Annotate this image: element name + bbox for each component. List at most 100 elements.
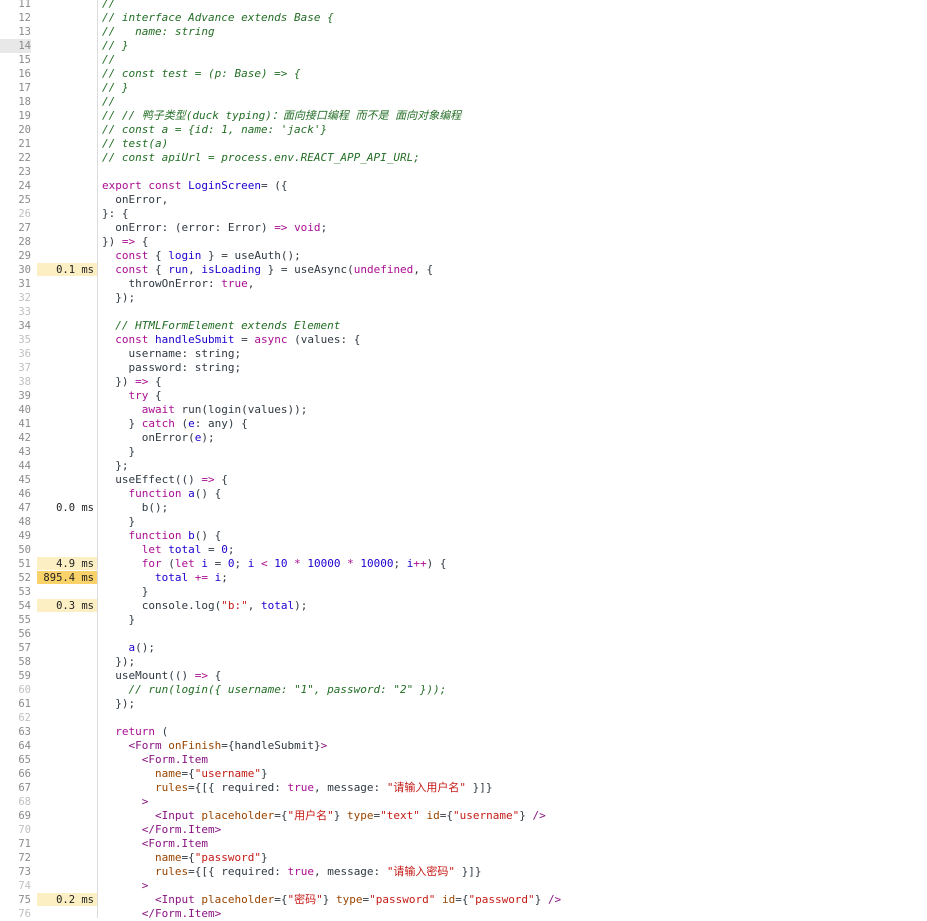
code-line[interactable]: 59 useMount(() => {: [0, 669, 927, 683]
code-line[interactable]: 17 // }: [0, 81, 927, 95]
code-line[interactable]: 55 }: [0, 613, 927, 627]
code-line[interactable]: 11 //: [0, 0, 927, 11]
code-line[interactable]: 39 try {: [0, 389, 927, 403]
code-line[interactable]: 36 username: string;: [0, 347, 927, 361]
code-line[interactable]: 48 }: [0, 515, 927, 529]
code-token: });: [102, 291, 136, 304]
code-line[interactable]: 31 throwOnError: true,: [0, 277, 927, 291]
code-token: =>: [194, 669, 208, 682]
code-token: <Form.Item: [141, 837, 208, 850]
code-line[interactable]: 50 let total = 0;: [0, 543, 927, 557]
line-number: 51: [18, 558, 31, 570]
code-line[interactable]: 60 // run(login({ username: "1", passwor…: [0, 683, 927, 697]
code-line[interactable]: 30 0.1 ms const { run, isLoading } = useA…: [0, 263, 927, 277]
code-line[interactable]: 23: [0, 165, 927, 179]
code-line[interactable]: 18 //: [0, 95, 927, 109]
code-line[interactable]: 21 // test(a): [0, 137, 927, 151]
code-token: const: [115, 333, 149, 346]
code-token: );: [201, 431, 215, 444]
code-line[interactable]: 20 // const a = {id: 1, name: 'jack'}: [0, 123, 927, 137]
code-line[interactable]: 35 const handleSubmit = async (values: {: [0, 333, 927, 347]
code-line[interactable]: 43 }: [0, 445, 927, 459]
code-line[interactable]: 47 0.0 ms b();: [0, 501, 927, 515]
code-line[interactable]: 68 >: [0, 795, 927, 809]
code-line[interactable]: 57 a();: [0, 641, 927, 655]
code-line[interactable]: 76 </Form.Item>: [0, 907, 927, 921]
code-token: async: [254, 333, 288, 346]
code-token: onError,: [102, 193, 169, 206]
code-line[interactable]: 28}) => {: [0, 235, 927, 249]
code-line[interactable]: 73 rules={[{ required: true, message: "请…: [0, 865, 927, 879]
line-number: 42: [18, 432, 31, 444]
code-token: ={: [181, 851, 195, 864]
code-line[interactable]: 56: [0, 627, 927, 641]
code-line[interactable]: 64 <Form onFinish={handleSubmit}>: [0, 739, 927, 753]
code-line[interactable]: 41 } catch (e: any) {: [0, 417, 927, 431]
code-line[interactable]: 12 // interface Advance extends Base {: [0, 11, 927, 25]
code-token: rules: [154, 781, 189, 794]
code-line[interactable]: 62: [0, 711, 927, 725]
code-line[interactable]: 44 };: [0, 459, 927, 473]
code-line[interactable]: 69 <Input placeholder={"用户名"} type="text…: [0, 809, 927, 823]
code-line[interactable]: 51 4.9 ms for (let i = 0; i < 10 * 10000 …: [0, 557, 927, 571]
line-number: 19: [18, 110, 31, 122]
code-editor[interactable]: 11 // 12 // interface Advance extends Base …: [0, 0, 927, 921]
code-line[interactable]: 24 export const LoginScreen= ({: [0, 179, 927, 193]
code-line[interactable]: 33: [0, 305, 927, 319]
code-token: , message:: [313, 865, 387, 878]
code-text: function a() {: [102, 487, 222, 501]
line-number: 74: [18, 880, 31, 892]
code-line[interactable]: 29 const { login } = useAuth();: [0, 249, 927, 263]
code-text: //: [102, 0, 115, 11]
code-line[interactable]: 45 useEffect(() => {: [0, 473, 927, 487]
code-line[interactable]: 16 // const test = (p: Base) => {: [0, 67, 927, 81]
code-line[interactable]: 19 // // 鸭子类型(duck typing)：面向接口编程 而不是 面向对…: [0, 109, 927, 123]
code-line[interactable]: 58 });: [0, 655, 927, 669]
code-line[interactable]: 13 // name: string: [0, 25, 927, 39]
code-token: () {: [194, 529, 222, 542]
code-line[interactable]: 52 895.4 ms total += i;: [0, 571, 927, 585]
code-token: >: [141, 795, 149, 808]
code-token: ={[{ required:: [188, 865, 288, 878]
line-number: 13: [18, 26, 31, 38]
code-line[interactable]: 61 });: [0, 697, 927, 711]
code-line[interactable]: 37 password: string;: [0, 361, 927, 375]
code-line[interactable]: 22 // const apiUrl = process.env.REACT_AP…: [0, 151, 927, 165]
code-line[interactable]: 75 0.2 ms <Input placeholder={"密码"} type=…: [0, 893, 927, 907]
code-line[interactable]: 25 onError,: [0, 193, 927, 207]
code-line[interactable]: 53 }: [0, 585, 927, 599]
code-token: =>: [274, 221, 288, 234]
code-line[interactable]: 72 name={"password"}: [0, 851, 927, 865]
code-line[interactable]: 65 <Form.Item: [0, 753, 927, 767]
code-line[interactable]: 15 //: [0, 53, 927, 67]
code-line[interactable]: 38 }) => {: [0, 375, 927, 389]
code-line[interactable]: 54 0.3 ms console.log("b:", total);: [0, 599, 927, 613]
code-line[interactable]: 49 function b() {: [0, 529, 927, 543]
line-number: 40: [18, 404, 31, 416]
code-line[interactable]: 46 function a() {: [0, 487, 927, 501]
code-line[interactable]: 74 >: [0, 879, 927, 893]
code-token: i: [201, 557, 208, 570]
code-line[interactable]: 66 name={"username"}: [0, 767, 927, 781]
code-token: }): [102, 375, 136, 388]
code-line[interactable]: 34 // HTMLFormElement extends Element: [0, 319, 927, 333]
line-number: 66: [18, 768, 31, 780]
code-line[interactable]: 27 onError: (error: Error) => void;: [0, 221, 927, 235]
code-line[interactable]: 71 <Form.Item: [0, 837, 927, 851]
code-line[interactable]: 42 onError(e);: [0, 431, 927, 445]
code-line[interactable]: 67 rules={[{ required: true, message: "请…: [0, 781, 927, 795]
code-line[interactable]: 63 return (: [0, 725, 927, 739]
code-token: placeholder: [201, 893, 275, 906]
code-token: function: [128, 529, 182, 542]
code-line[interactable]: 26}: {: [0, 207, 927, 221]
code-text: // HTMLFormElement extends Element: [102, 319, 340, 333]
code-line[interactable]: 32 });: [0, 291, 927, 305]
line-number: 38: [18, 376, 31, 388]
code-token: // // 鸭子类型(duck typing)：面向接口编程 而不是 面向对象编…: [102, 109, 462, 122]
code-line[interactable]: 40 await run(login(values));: [0, 403, 927, 417]
code-token: <Input: [154, 893, 195, 906]
code-line[interactable]: 70 </Form.Item>: [0, 823, 927, 837]
code-line[interactable]: 14 // }: [0, 39, 927, 53]
